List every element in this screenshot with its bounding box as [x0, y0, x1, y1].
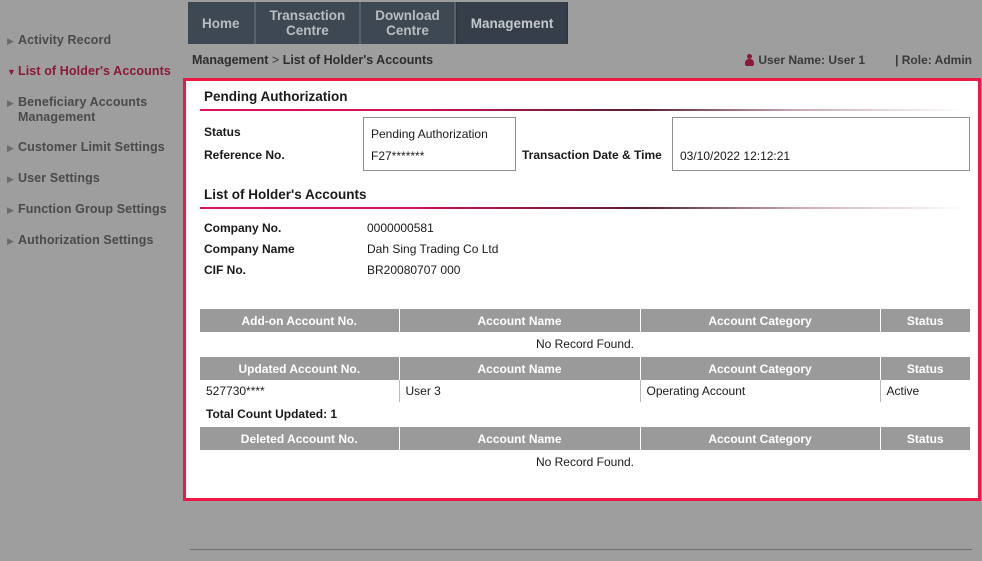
breadcrumb: Management > List of Holder's Accounts [192, 53, 433, 67]
tab-strip: Home Transaction Centre Download Centre … [188, 2, 569, 44]
sidebar-item-activity-record[interactable]: ▶ Activity Record [0, 33, 182, 49]
user-name-label: User Name: User 1 [758, 53, 866, 67]
breadcrumb-separator: > [271, 53, 280, 67]
updated-accounts-table: Updated Account No. Account Name Account… [200, 357, 970, 425]
triangle-right-icon: ▶ [7, 236, 14, 246]
breadcrumb-root[interactable]: Management [192, 53, 268, 67]
cif-no-row: CIF No. BR20080707 000 [204, 260, 964, 281]
sidebar-item-user-settings[interactable]: ▶ User Settings [0, 171, 182, 187]
deleted-header-account-name: Account Name [399, 427, 641, 450]
sidebar-item-label: User Settings [18, 171, 100, 185]
addon-header-account-name: Account Name [399, 309, 641, 332]
company-name-value: Dah Sing Trading Co Ltd [367, 242, 499, 256]
top-navigation: Home Transaction Centre Download Centre … [182, 0, 982, 46]
triangle-right-icon: ▶ [7, 174, 14, 184]
table-header-row: Updated Account No. Account Name Account… [200, 357, 970, 380]
triangle-right-icon: ▶ [7, 143, 14, 153]
deleted-header-status: Status [880, 427, 970, 450]
cif-no-label: CIF No. [204, 263, 246, 277]
sidebar-item-label: Authorization Settings [18, 233, 154, 247]
updated-cell-account-name: User 3 [399, 380, 641, 402]
sidebar-item-label: Customer Limit Settings [18, 140, 165, 154]
reference-no-label: Reference No. [204, 148, 285, 162]
table-empty-row: No Record Found. [200, 332, 970, 355]
transaction-datetime-label: Transaction Date & Time [522, 148, 662, 162]
triangle-right-icon: ▶ [7, 205, 14, 215]
sidebar-item-label: Function Group Settings [18, 202, 167, 216]
breadcrumb-current: List of Holder's Accounts [282, 53, 434, 67]
company-no-value: 0000000581 [367, 221, 434, 235]
transaction-datetime-value-box: 03/10/2022 12:12:21 [672, 117, 970, 171]
sidebar-item-authorization-settings[interactable]: ▶ Authorization Settings [0, 233, 182, 249]
company-info: Company No. 0000000581 Company Name Dah … [200, 218, 964, 281]
status-label: Status [204, 125, 241, 139]
updated-header-status: Status [880, 357, 970, 380]
addon-no-record-text: No Record Found. [200, 332, 970, 355]
company-name-row: Company Name Dah Sing Trading Co Ltd [204, 239, 964, 260]
sidebar-item-customer-limit-settings[interactable]: ▶ Customer Limit Settings [0, 140, 182, 156]
transaction-datetime-value: 03/10/2022 12:12:21 [680, 149, 791, 163]
tab-transaction-centre[interactable]: Transaction Centre [256, 2, 362, 44]
updated-total-count-text: Total Count Updated: 1 [200, 402, 970, 425]
content-panel-inner: Pending Authorization Status Reference N… [186, 81, 978, 498]
updated-header-account-category: Account Category [640, 357, 881, 380]
deleted-accounts-table: Deleted Account No. Account Name Account… [200, 427, 970, 473]
addon-header-account-category: Account Category [640, 309, 881, 332]
footer-divider [190, 549, 972, 550]
sidebar-item-label: Activity Record [18, 33, 112, 47]
table-header-row: Deleted Account No. Account Name Account… [200, 427, 970, 450]
sidebar-item-function-group-settings[interactable]: ▶ Function Group Settings [0, 202, 182, 218]
status-reference-block: Status Reference No. Pending Authorizati… [200, 117, 970, 179]
updated-cell-status: Active [880, 380, 970, 402]
table-header-row: Add-on Account No. Account Name Account … [200, 309, 970, 332]
updated-header-account-name: Account Name [399, 357, 641, 380]
company-no-label: Company No. [204, 221, 282, 235]
table-row: 527730**** User 3 Operating Account Acti… [200, 380, 970, 402]
sidebar-item-beneficiary-accounts-management[interactable]: ▶ Beneficiary Accounts Management [0, 95, 182, 125]
sidebar-item-label: List of Holder's Accounts [18, 64, 171, 78]
cif-no-value: BR20080707 000 [367, 263, 461, 277]
content-panel: Pending Authorization Status Reference N… [183, 78, 981, 501]
addon-header-account-no: Add-on Account No. [200, 309, 400, 332]
deleted-no-record-text: No Record Found. [200, 450, 970, 473]
section-divider [200, 207, 964, 209]
user-info: User Name: User 1 | Role: Admin [745, 53, 972, 67]
tab-download-centre[interactable]: Download Centre [361, 2, 456, 44]
status-reference-value-box: Pending Authorization F27******* [363, 117, 516, 171]
addon-header-status: Status [880, 309, 970, 332]
addon-accounts-table: Add-on Account No. Account Name Account … [200, 309, 970, 355]
status-value: Pending Authorization [371, 127, 488, 141]
tab-home[interactable]: Home [188, 2, 256, 44]
tab-management[interactable]: Management [455, 2, 569, 44]
user-role-label: | Role: Admin [895, 53, 972, 67]
deleted-header-account-no: Deleted Account No. [200, 427, 400, 450]
reference-no-value: F27******* [371, 149, 425, 163]
holders-accounts-title: List of Holder's Accounts [204, 187, 367, 202]
person-icon [745, 54, 755, 66]
triangle-right-icon: ▶ [7, 98, 14, 108]
table-empty-row: No Record Found. [200, 450, 970, 473]
sidebar-item-label: Beneficiary Accounts Management [18, 95, 148, 124]
updated-cell-account-no: 527730**** [200, 380, 400, 402]
section-divider [200, 109, 964, 111]
updated-cell-account-category: Operating Account [640, 380, 881, 402]
deleted-header-account-category: Account Category [640, 427, 881, 450]
table-total-row: Total Count Updated: 1 [200, 402, 970, 425]
company-name-label: Company Name [204, 242, 295, 256]
sidebar-item-list-of-holders-accounts[interactable]: ▼ List of Holder's Accounts [0, 64, 182, 80]
company-no-row: Company No. 0000000581 [204, 218, 964, 239]
triangle-right-icon: ▶ [7, 36, 14, 46]
breadcrumb-bar: Management > List of Holder's Accounts U… [182, 46, 982, 76]
pending-authorization-title: Pending Authorization [204, 89, 348, 104]
triangle-down-icon: ▼ [7, 67, 16, 77]
updated-header-account-no: Updated Account No. [200, 357, 400, 380]
sidebar: ▶ Activity Record ▼ List of Holder's Acc… [0, 0, 182, 561]
page-root: ▶ Activity Record ▼ List of Holder's Acc… [0, 0, 982, 561]
